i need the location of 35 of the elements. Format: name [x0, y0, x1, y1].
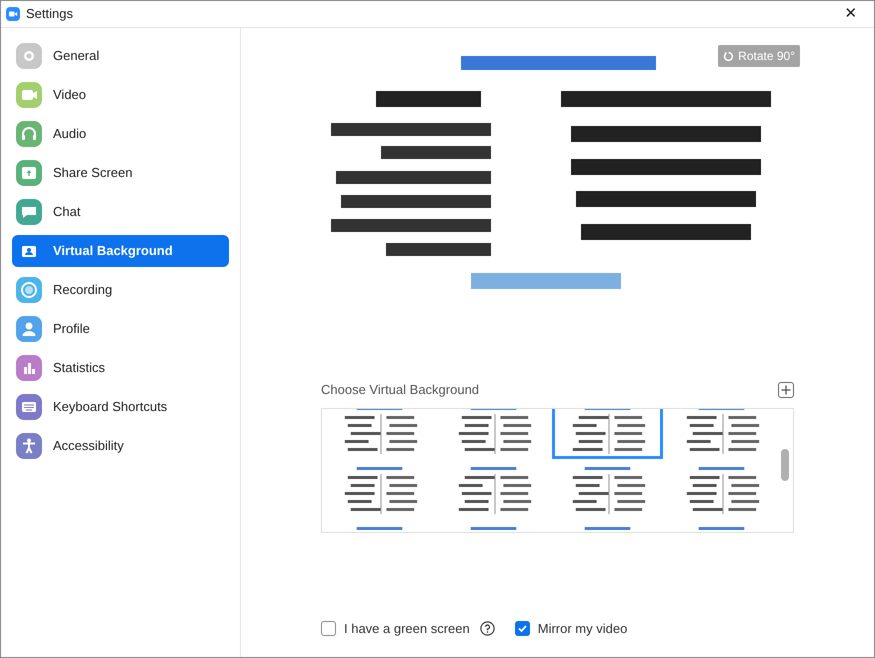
sidebar-icon: [16, 433, 42, 459]
sidebar-icon: [16, 43, 42, 69]
sidebar-item[interactable]: Video: [12, 79, 229, 111]
app-logo-icon: [6, 7, 20, 21]
close-button[interactable]: ✕: [839, 2, 863, 26]
sidebar-item[interactable]: Audio: [12, 118, 229, 150]
sidebar-item[interactable]: Accessibility: [12, 430, 229, 462]
checkbox-option[interactable]: I have a green screen: [321, 618, 495, 638]
scrollbar-thumb[interactable]: [781, 448, 789, 480]
sidebar-item[interactable]: Statistics: [12, 352, 229, 384]
sidebar-item[interactable]: General: [12, 40, 229, 72]
check-icon: [516, 622, 528, 634]
section-heading: Choose Virtual Background: [321, 381, 480, 399]
rotate-icon: [723, 50, 734, 62]
help-icon[interactable]: [480, 620, 495, 636]
sidebar-item[interactable]: Share Screen: [12, 157, 229, 189]
sidebar-item[interactable]: Profile: [12, 313, 229, 345]
sidebar-icon: [16, 121, 42, 147]
checkbox[interactable]: [514, 620, 530, 636]
plus-icon: [781, 384, 791, 395]
checkbox[interactable]: [321, 620, 336, 636]
sidebar-icon: [16, 355, 42, 381]
sidebar-icon: [16, 316, 42, 342]
sidebar-item[interactable]: Keyboard Shortcuts: [12, 391, 229, 423]
add-button[interactable]: [778, 382, 794, 398]
sidebar-item[interactable]: Virtual Background: [12, 235, 229, 267]
sidebar-icon: [16, 199, 42, 225]
window-title: Settings: [26, 5, 73, 24]
checkbox-option[interactable]: Mirror my video: [514, 618, 628, 638]
sidebar-item[interactable]: Recording: [12, 274, 229, 306]
sidebar-icon: [16, 277, 42, 303]
sidebar-icon: [16, 82, 42, 108]
sidebar-icon: [16, 394, 42, 420]
sidebar-icon: [16, 160, 42, 186]
sidebar-item[interactable]: Chat: [12, 196, 229, 228]
